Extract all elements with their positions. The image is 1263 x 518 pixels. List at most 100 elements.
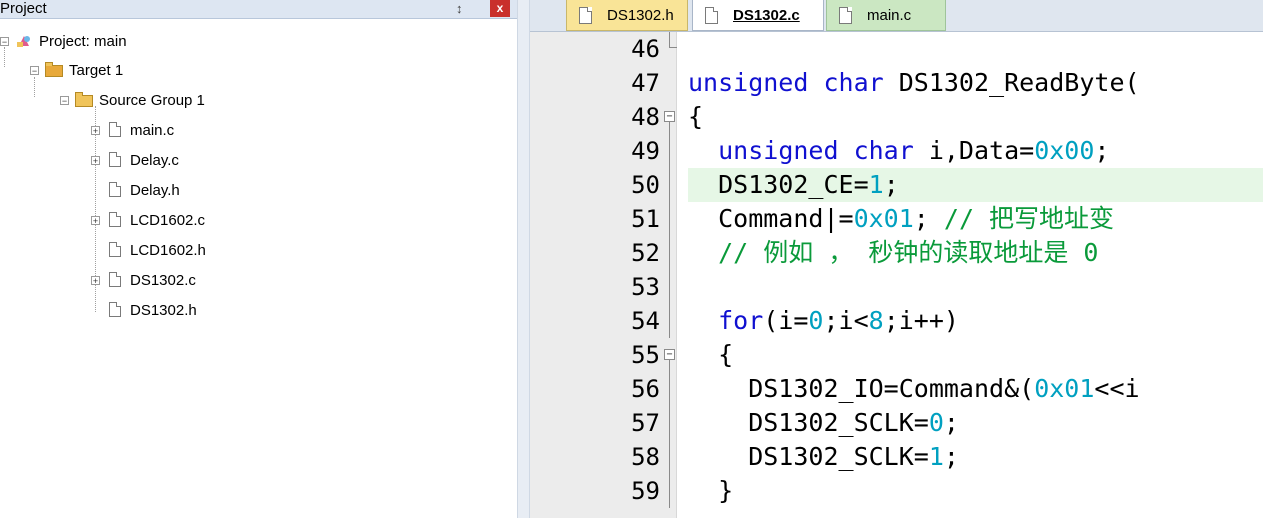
tab-main-c[interactable]: main.c <box>826 0 946 31</box>
code-editor[interactable]: 46 47 unsigned char DS1302_ReadByte(48−{49… <box>530 32 1263 518</box>
file-icon <box>106 152 124 168</box>
tree-item-file[interactable]: + main.c <box>91 116 174 144</box>
file-icon <box>106 272 124 288</box>
code-number: 1 <box>928 442 944 471</box>
fold-guide <box>669 236 670 270</box>
code-line[interactable]: 51 Command|=0x01; // 把写地址变 <box>530 202 1263 236</box>
code-token: i,Data= <box>913 136 1035 165</box>
close-pane-button[interactable]: x <box>490 0 510 17</box>
code-keyword: unsigned char <box>688 68 884 97</box>
code-text-area: unsigned char i,Data=0x00; <box>688 134 1263 168</box>
code-token: ; <box>883 170 899 199</box>
tree-item-file[interactable]: + DS1302.c <box>91 266 196 294</box>
collapse-icon[interactable]: − <box>60 95 69 105</box>
code-line[interactable]: 54 for(i=0;i<8;i++) <box>530 304 1263 338</box>
code-token: ;i++) <box>883 306 959 335</box>
line-number: 55 <box>631 341 660 369</box>
code-line[interactable]: 59 } <box>530 474 1263 508</box>
pin-icon[interactable]: ↕ <box>456 0 463 18</box>
expand-icon[interactable]: + <box>91 155 100 165</box>
tree-item-project[interactable]: − Project: main <box>0 27 127 55</box>
tree-item-source-group[interactable]: − Source Group 1 <box>60 86 205 114</box>
code-line[interactable]: 47 unsigned char DS1302_ReadByte( <box>530 66 1263 100</box>
fold-collapse-icon[interactable]: − <box>664 349 675 360</box>
code-number: 1 <box>868 170 884 199</box>
tree-item-label: Delay.h <box>130 181 180 199</box>
file-shape <box>109 272 121 287</box>
code-token: } <box>688 476 734 505</box>
expand-icon[interactable]: + <box>91 125 100 135</box>
line-number: 46 <box>631 35 660 63</box>
code-comment: // 把写地址变 <box>943 204 1115 233</box>
code-text: // 例如 ， 秒钟的读取地址是 0 <box>688 236 1098 270</box>
tree-item-file[interactable]: LCD1602.h <box>91 236 206 264</box>
code-token: ;i< <box>823 306 869 335</box>
code-text-area: } <box>688 474 1263 508</box>
code-line[interactable]: 52 // 例如 ， 秒钟的读取地址是 0 <box>530 236 1263 270</box>
project-pane-header: Project ↕ x <box>0 0 517 19</box>
fold-collapse-icon[interactable]: − <box>664 111 675 122</box>
code-text: { <box>688 100 703 134</box>
folder-icon <box>75 92 93 108</box>
line-number: 50 <box>631 171 660 199</box>
tab-label: main.c <box>867 6 912 24</box>
tree-item-label: Target 1 <box>69 61 124 79</box>
collapse-icon[interactable]: − <box>30 65 39 75</box>
project-pane-title: Project <box>0 0 47 17</box>
pane-splitter[interactable] <box>517 0 530 518</box>
code-text-area: for(i=0;i<8;i++) <box>688 304 1263 338</box>
tree-item-target[interactable]: − Target 1 <box>30 56 123 84</box>
code-token: DS1302_IO=Command&( <box>688 374 1035 403</box>
file-icon <box>579 6 593 24</box>
code-line[interactable]: 53 <box>530 270 1263 304</box>
code-number: 0 <box>928 408 944 437</box>
expand-icon[interactable]: + <box>91 215 100 225</box>
file-icon <box>106 242 124 258</box>
code-line[interactable]: 48− { <box>530 100 1263 134</box>
code-text-area <box>688 270 1263 304</box>
expand-icon[interactable]: + <box>91 275 100 285</box>
line-number: 49 <box>631 137 660 165</box>
code-keyword: for <box>718 306 764 335</box>
code-keyword: unsigned char <box>718 136 914 165</box>
file-shape <box>839 6 852 24</box>
code-line[interactable]: 50 DS1302_CE=1; <box>530 168 1263 202</box>
tab-ds1302-c[interactable]: DS1302.c <box>692 0 824 31</box>
code-line[interactable]: 46 <box>530 32 1263 66</box>
tree-item-file[interactable]: DS1302.h <box>91 296 197 324</box>
tree-item-file[interactable]: + Delay.c <box>91 146 179 174</box>
tab-ds1302-h[interactable]: DS1302.h <box>566 0 688 31</box>
code-line[interactable]: 57 DS1302_SCLK=0; <box>530 406 1263 440</box>
code-text: } <box>688 474 733 508</box>
tree-item-file[interactable]: + LCD1602.c <box>91 206 205 234</box>
code-token: { <box>688 102 704 131</box>
fold-guide <box>669 360 670 372</box>
code-text-area: DS1302_IO=Command&(0x01<<i <box>688 372 1263 406</box>
file-shape <box>579 6 592 24</box>
code-token: (i= <box>763 306 809 335</box>
code-line[interactable]: 56 DS1302_IO=Command&(0x01<<i <box>530 372 1263 406</box>
fold-guide <box>669 134 670 168</box>
code-line[interactable]: 49 unsigned char i,Data=0x00; <box>530 134 1263 168</box>
tree-item-file[interactable]: Delay.h <box>91 176 180 204</box>
line-number: 48 <box>631 103 660 131</box>
code-text: unsigned char i,Data=0x00; <box>688 134 1109 168</box>
code-token: ; <box>943 408 959 437</box>
file-shape <box>705 6 718 24</box>
collapse-icon[interactable]: − <box>0 36 9 46</box>
code-line[interactable]: 58 DS1302_SCLK=1; <box>530 440 1263 474</box>
line-number: 47 <box>631 69 660 97</box>
project-icon <box>15 33 33 49</box>
fold-guide <box>669 440 670 474</box>
code-line[interactable]: 55− { <box>530 338 1263 372</box>
fold-guide <box>669 168 670 202</box>
code-number: 8 <box>868 306 884 335</box>
file-icon <box>106 122 124 138</box>
file-icon <box>839 6 853 24</box>
code-token: ; <box>943 442 959 471</box>
file-shape <box>109 152 121 167</box>
line-number: 58 <box>631 443 660 471</box>
